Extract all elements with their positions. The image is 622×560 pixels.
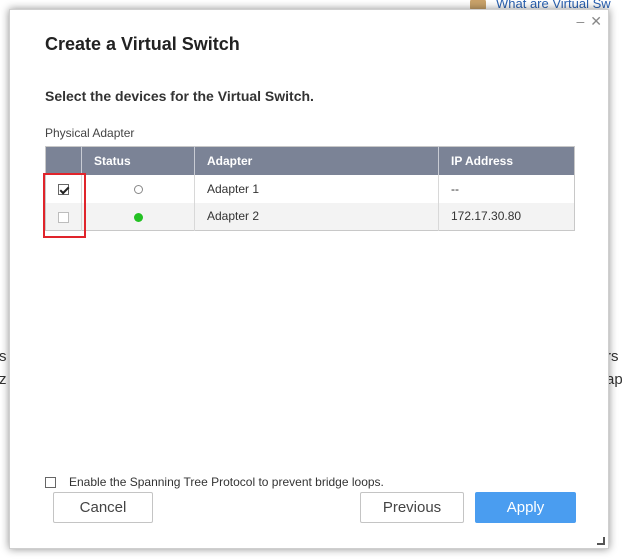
- adapter-2-checkbox[interactable]: [58, 211, 69, 223]
- apply-button[interactable]: Apply: [475, 492, 576, 523]
- physical-adapter-label: Physical Adapter: [45, 126, 135, 140]
- row-select-cell: [46, 175, 82, 203]
- table-header-row: Status Adapter IP Address: [45, 146, 575, 175]
- ip-address: --: [438, 174, 575, 203]
- adapter-table: Status Adapter IP Address Adapter 1 -- A…: [45, 146, 575, 231]
- header-select: [45, 146, 82, 175]
- adapter-name: Adapter 2: [194, 202, 439, 231]
- dialog-title: Create a Virtual Switch: [45, 34, 240, 54]
- header-ip-address: IP Address: [438, 146, 575, 175]
- resize-handle-icon[interactable]: [597, 537, 605, 545]
- minimize-icon[interactable]: –: [576, 13, 584, 30]
- close-icon[interactable]: ✕: [590, 13, 602, 30]
- cancel-button[interactable]: Cancel: [53, 492, 153, 523]
- header-status: Status: [81, 146, 195, 175]
- create-virtual-switch-dialog: – ✕ Create a Virtual Switch Select the d…: [9, 9, 609, 549]
- stp-label: Enable the Spanning Tree Protocol to pre…: [69, 475, 384, 489]
- status-online-icon: [133, 212, 143, 222]
- row-select-cell: [45, 202, 82, 231]
- background-text-fragment: z: [0, 371, 7, 388]
- dialog-subtitle: Select the devices for the Virtual Switc…: [45, 88, 314, 104]
- ip-address: 172.17.30.80: [438, 202, 575, 231]
- status-offline-icon: [133, 184, 143, 194]
- status-cell: [81, 174, 195, 203]
- stp-option[interactable]: Enable the Spanning Tree Protocol to pre…: [45, 475, 384, 489]
- table-row[interactable]: Adapter 1 --: [46, 174, 575, 203]
- table-row[interactable]: Adapter 2 172.17.30.80: [45, 202, 575, 231]
- status-cell: [81, 202, 195, 231]
- stp-checkbox[interactable]: [45, 476, 56, 488]
- adapter-name: Adapter 1: [194, 174, 439, 203]
- window-controls: – ✕: [576, 13, 602, 30]
- header-adapter: Adapter: [194, 146, 439, 175]
- background-text-fragment: s: [0, 348, 7, 365]
- previous-button[interactable]: Previous: [360, 492, 464, 523]
- adapter-1-checkbox[interactable]: [58, 183, 69, 195]
